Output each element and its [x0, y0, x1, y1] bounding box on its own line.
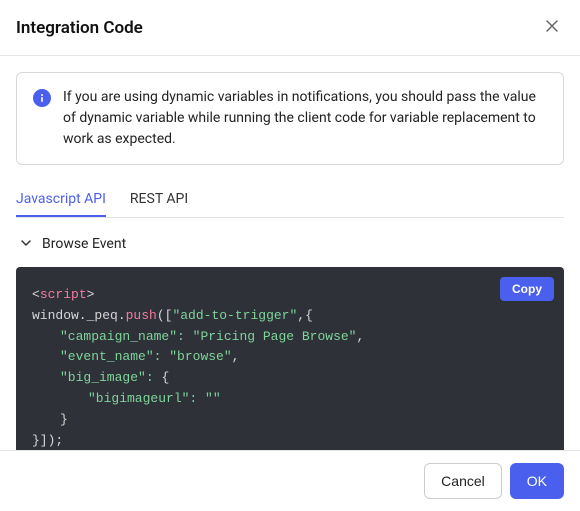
code-line: window._peq.push(["add-to-trigger",{	[32, 306, 548, 327]
code-line: "campaign_name": "Pricing Page Browse",	[32, 327, 548, 348]
api-tabs: Javascript API REST API	[16, 183, 564, 218]
dialog-title: Integration Code	[16, 18, 143, 38]
close-icon	[544, 18, 560, 34]
close-button[interactable]	[540, 14, 564, 41]
cancel-button[interactable]: Cancel	[424, 463, 502, 499]
info-text: If you are using dynamic variables in no…	[63, 87, 547, 150]
dialog-content: If you are using dynamic variables in no…	[0, 56, 580, 450]
copy-button[interactable]: Copy	[500, 277, 554, 301]
accordion-title: Browse Event	[42, 236, 126, 252]
accordion-browse-event[interactable]: Browse Event	[16, 218, 564, 267]
ok-button[interactable]: OK	[510, 463, 564, 499]
info-banner: If you are using dynamic variables in no…	[16, 72, 564, 165]
tab-rest-api[interactable]: REST API	[130, 183, 188, 217]
code-line: }]);	[32, 431, 548, 450]
tab-javascript-api[interactable]: Javascript API	[16, 183, 106, 217]
info-icon	[33, 89, 51, 107]
chevron-down-icon	[20, 234, 32, 253]
code-line: "big_image": {	[32, 368, 548, 389]
code-line: "event_name": "browse",	[32, 347, 548, 368]
code-line: "bigimageurl": ""	[32, 389, 548, 410]
code-block: Copy <script> window._peq.push(["add-to-…	[16, 267, 564, 450]
code-line: <script>	[32, 285, 548, 306]
dialog-footer: Cancel OK	[0, 450, 580, 511]
dialog-header: Integration Code	[0, 0, 580, 56]
code-line: }	[32, 410, 548, 431]
